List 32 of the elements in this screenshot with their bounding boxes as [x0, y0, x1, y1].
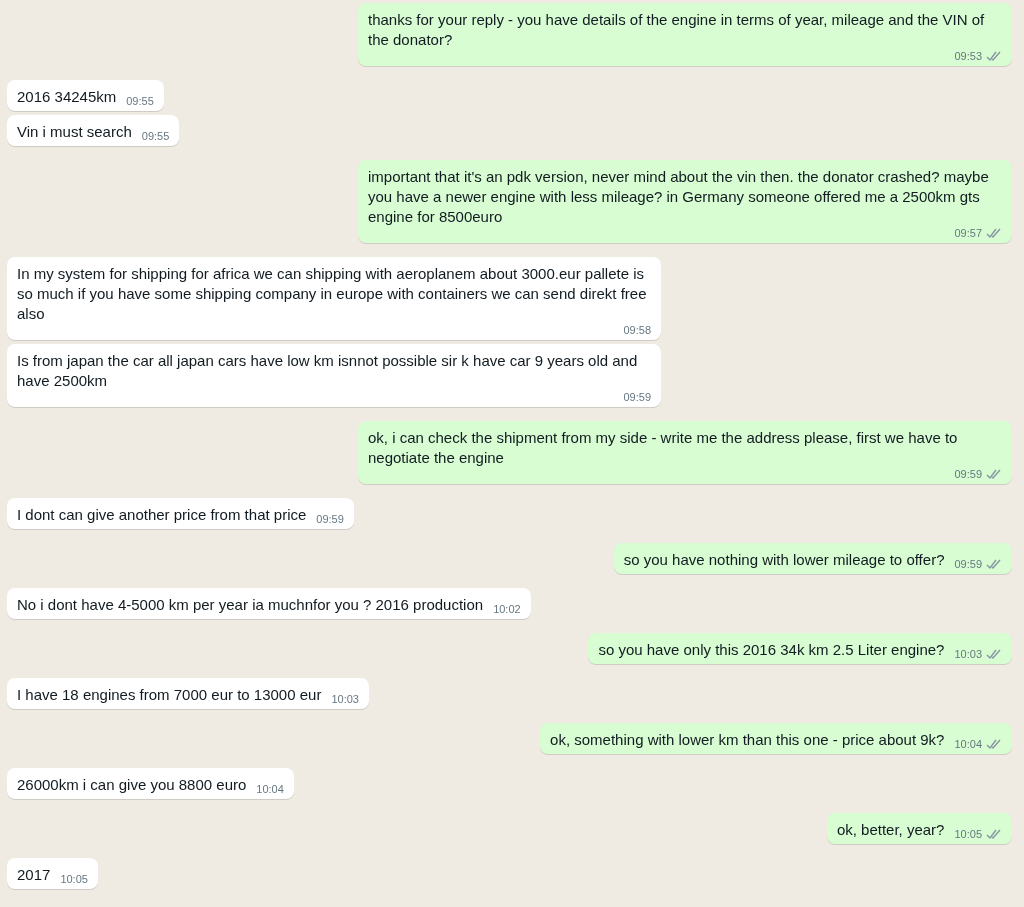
message-time: 09:59	[316, 512, 344, 526]
message-text: Vin i must search	[17, 122, 132, 142]
message-time: 09:53	[954, 49, 982, 63]
message-time: 09:59	[954, 557, 982, 571]
message-time: 10:04	[954, 737, 982, 751]
message-text: ok, something with lower km than this one - price about 9k?	[550, 730, 945, 750]
message-time: 10:05	[60, 872, 88, 886]
message-text: I dont can give another price from that price	[17, 505, 307, 525]
message-text: important that it's an pdk version, never mind about the vin then. the donator crashed? maybe you have a newer engine with less mileage? in Germany someone offered me a 2500km gts engine for 8500euro	[368, 167, 990, 227]
message-time: 10:03	[331, 692, 359, 706]
message-text: Is from japan the car all japan cars have low km isnnot possible sir k have car 9 years old and have 2500km	[17, 351, 639, 391]
message-time: 09:59	[623, 390, 651, 404]
message-text: 2016 34245km	[17, 87, 117, 107]
message-text: 26000km i can give you 8800 euro	[17, 775, 247, 795]
message-time: 09:57	[954, 226, 982, 240]
message-time: 10:04	[256, 782, 284, 796]
message-text: thanks for your reply - you have details of the engine in terms of year, mileage and the VIN of the donator?	[368, 10, 986, 50]
message-time: 09:59	[954, 467, 982, 481]
message-text: I have 18 engines from 7000 eur to 13000 eur	[17, 685, 322, 705]
message-time: 09:58	[623, 323, 651, 337]
message-text: In my system for shipping for africa we can shipping with aeroplanem about 3000.eur pallete is so much if you have some shipping company in europe with containers we can send direkt free also	[17, 264, 648, 324]
message-text: ok, better, year?	[836, 820, 945, 840]
message-text: so you have nothing with lower mileage to offer?	[623, 550, 945, 570]
message-text: 2017	[17, 865, 51, 885]
message-text: ok, i can check the shipment from my side - write me the address please, first we have to negotiate the engine	[368, 428, 959, 468]
message-time: 10:05	[954, 827, 982, 841]
message-text: No i dont have 4-5000 km per year ia muchnfor you ? 2016 production	[17, 595, 484, 615]
message-text: so you have only this 2016 34k km 2.5 Liter engine?	[598, 640, 945, 660]
message-time: 10:02	[493, 602, 521, 616]
message-time: 09:55	[141, 129, 170, 143]
message-time: 09:55	[126, 94, 154, 108]
message-time: 10:03	[954, 647, 982, 661]
